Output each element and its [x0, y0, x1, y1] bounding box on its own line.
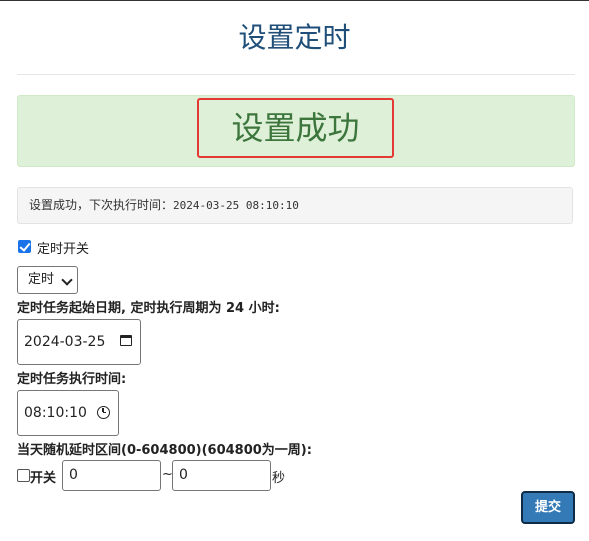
mode-select-value: 定时: [28, 272, 55, 287]
enable-timer-label: 定时开关: [37, 242, 90, 257]
mode-select[interactable]: 定时: [17, 266, 78, 294]
next-run-info: 设置成功，下次执行时间：2024-03-25 08:10:10: [17, 187, 573, 224]
chevron-down-icon: [61, 274, 73, 286]
seconds-unit-label: 秒: [272, 471, 286, 486]
start-date-label: 定时任务起始日期, 定时执行周期为 24 小时:: [17, 301, 280, 316]
clock-icon[interactable]: [97, 406, 110, 419]
random-delay-toggle-label: 开关: [30, 471, 57, 486]
success-message: 设置成功: [231, 109, 360, 147]
next-run-prefix: 设置成功，下次执行时间：: [29, 198, 174, 212]
random-max-input[interactable]: 0: [172, 460, 271, 491]
enable-timer-checkbox[interactable]: [18, 240, 31, 253]
exec-time-value: 08:10:10: [24, 405, 87, 421]
random-max-value: 0: [179, 467, 188, 483]
random-delay-checkbox[interactable]: [17, 469, 30, 482]
random-min-input[interactable]: 0: [62, 460, 161, 491]
random-delay-label: 当天随机延时区间(0-604800)(604800为一周):: [17, 443, 312, 458]
start-date-input[interactable]: 2024-03-25: [17, 319, 141, 365]
start-date-value: 2024-03-25: [24, 334, 106, 350]
page-title: 设置定时: [238, 21, 351, 54]
calendar-icon[interactable]: [120, 335, 132, 346]
title-divider: [17, 74, 575, 75]
top-border: [0, 0, 589, 1]
exec-time-label: 定时任务执行时间:: [17, 372, 127, 387]
submit-button[interactable]: 提交: [521, 491, 575, 524]
next-run-time: 2024-03-25 08:10:10: [173, 199, 299, 212]
random-min-value: 0: [69, 467, 78, 483]
exec-time-input[interactable]: 08:10:10: [17, 390, 119, 436]
